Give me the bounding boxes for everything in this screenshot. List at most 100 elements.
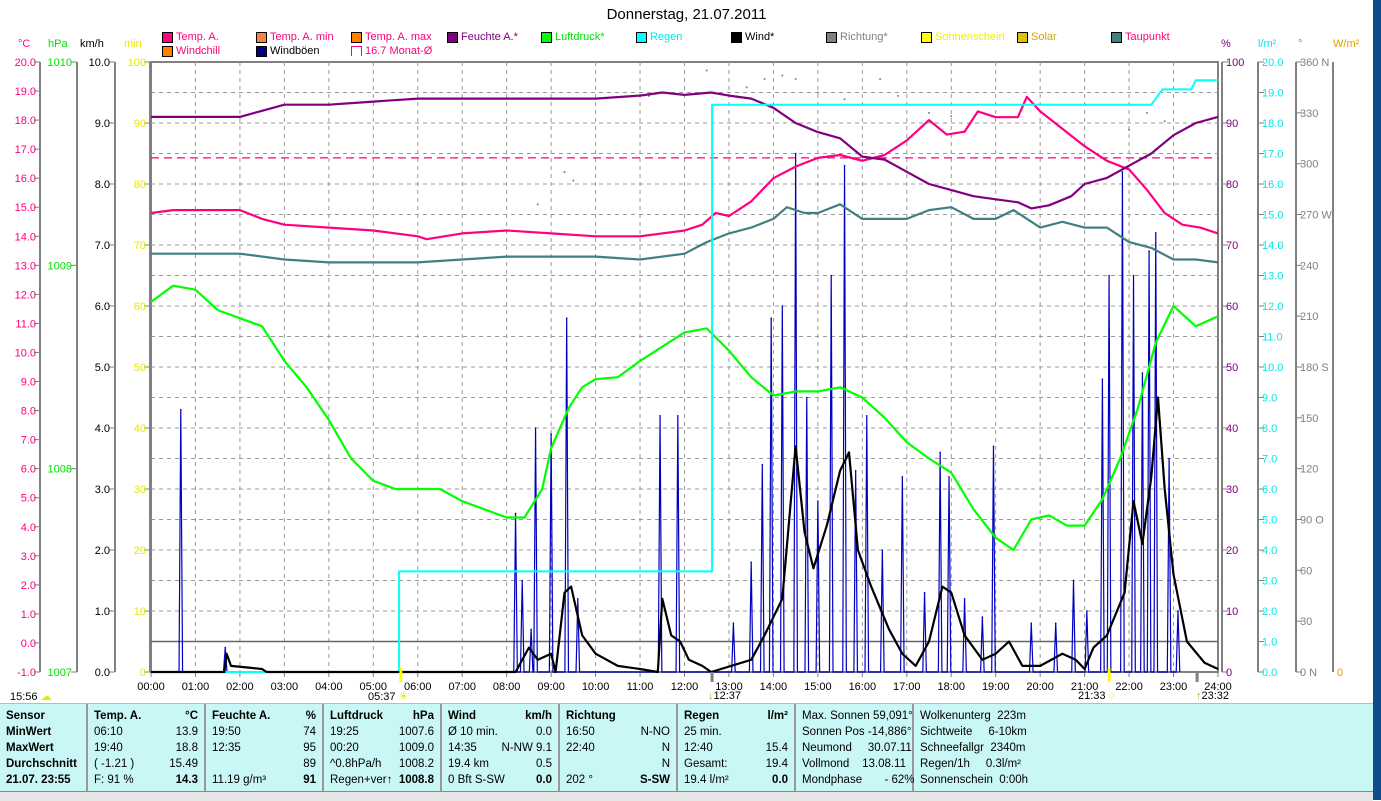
summary-row: 00:20 1009.0 (330, 740, 434, 756)
rain-tick-label: 8.0 (1262, 423, 1277, 435)
summary-label: 16:50 (566, 726, 595, 738)
direction-tick-label: 180 S (1300, 362, 1329, 374)
temp-tick-label: 11.0 (15, 318, 36, 330)
direction-point (745, 86, 748, 89)
summary-row: Regen+ver↑ 1008.8 (330, 772, 434, 788)
direction-tick-label: 300 (1300, 159, 1318, 171)
summary-row: N (566, 756, 670, 772)
summary-row: 0 Bft S-SW 0.0 (448, 772, 552, 788)
direction-point (896, 94, 899, 97)
gust-point (761, 463, 764, 466)
temp-tick-label: 4.0 (21, 522, 36, 534)
x-tick-label: 09:00 (537, 681, 565, 693)
summary-column-misc: Wolkenunterg 223m Sichtweite 6-10km Schnee… (914, 704, 1054, 792)
gust-point (1030, 622, 1033, 624)
summary-row: ^0.8hPa/h 1008.2 (330, 756, 434, 772)
gust-point (781, 305, 784, 307)
sun-tick-label: 40 (134, 423, 146, 435)
rain-tick-label: 2.0 (1262, 606, 1277, 618)
summary-value: 89 (303, 758, 316, 770)
humidity-tick-label: 20 (1226, 545, 1238, 557)
summary-row: 22:40 N (566, 740, 670, 756)
summary-value: S-SW (639, 774, 670, 786)
rain-tick-label: 18.0 (1262, 118, 1283, 130)
temp-tick-label: 14.0 (15, 231, 36, 243)
direction-tick-label: 330 (1300, 108, 1318, 120)
summary-label: 19:50 (212, 726, 241, 738)
gust-point (805, 396, 808, 399)
direction-tick-label: 0 N (1300, 667, 1317, 679)
temp-tick-label: 8.0 (21, 406, 36, 418)
temp-tick-label: 6.0 (21, 464, 36, 476)
x-tick-label: 23:00 (1160, 681, 1188, 693)
pressure-tick-label: 1009 (48, 260, 72, 272)
summary-label: Temp. A. (94, 710, 142, 722)
gust-point (901, 476, 904, 478)
moonset-label: 15:56 (10, 691, 38, 703)
direction-point (563, 171, 566, 174)
summary-row: Vollmond 13.08.11 (802, 756, 906, 772)
gust-point (817, 500, 819, 503)
gust-point (1154, 232, 1157, 234)
rain-tick-label: 7.0 (1262, 454, 1277, 466)
temp-tick-label: 2.0 (21, 580, 36, 592)
summary-row: 19:40 18.8 (94, 740, 198, 756)
summary-label: Sonnenschein 0:00h (920, 774, 1029, 786)
summary-row: F: 91 % 14.3 (94, 772, 198, 788)
summary-label: Sichtweite 6-10km (920, 726, 1027, 738)
direction-point (843, 98, 846, 101)
x-tick-label: 16:00 (849, 681, 877, 693)
summary-row: Neumond 30.07.11 (802, 740, 912, 756)
rain-tick-label: 20.0 (1262, 57, 1283, 69)
sun-tick-label: 90 (134, 118, 146, 130)
wind-tick-label: 4.0 (95, 423, 110, 435)
temp-tick-label: 18.0 (15, 115, 36, 127)
gust-point (963, 598, 966, 600)
gust-point (659, 415, 661, 417)
summary-value: 19.4 (765, 758, 788, 770)
summary-value: 0.5 (536, 758, 552, 770)
gust-point (179, 408, 182, 411)
summary-value: km/h (525, 710, 552, 722)
rain-tick-label: 19.0 (1262, 88, 1283, 100)
summary-column-humidity: Feuchte A.% 19:50 74 12:35 95 89 11.19 g/m³ 91 (206, 704, 324, 792)
summary-label: Richtung (566, 710, 616, 722)
direction-tick-label: 360 N (1300, 57, 1329, 69)
rain-tick-label: 5.0 (1262, 515, 1277, 527)
summary-column-rain: Regen l/m² 25 min. 12:40 15.4 Gesamt: 19.4 19.4… (678, 704, 796, 792)
summary-row: ( -1.21 ) 15.49 (94, 756, 198, 772)
gust-point (1101, 378, 1104, 381)
x-tick-label: 14:00 (760, 681, 788, 693)
direction-point (781, 74, 784, 77)
temp-tick-label: 19.0 (15, 86, 36, 98)
summary-label: Mondphase - 62% (802, 774, 915, 786)
summary-label: Regen (684, 710, 720, 722)
x-tick-label: 04:00 (315, 681, 343, 693)
summary-value: 0.0 (772, 774, 788, 786)
rain-tick-label: 16.0 (1262, 179, 1283, 191)
summary-row: 19.4 km 0.5 (448, 756, 552, 772)
summary-label: 19:25 (330, 726, 359, 738)
window-border (1373, 0, 1381, 800)
summary-row: Durchschnitt (6, 756, 80, 772)
wind-tick-label: 1.0 (95, 606, 110, 618)
x-tick-label: 18:00 (937, 681, 965, 693)
summary-value: 15.4 (765, 742, 788, 754)
summary-row: 11.19 g/m³ 91 (212, 772, 316, 788)
x-tick-label: 07:00 (448, 681, 476, 693)
summary-label: Ø 10 min. (448, 726, 498, 738)
summary-row: Temp. A. °C (94, 708, 198, 724)
direction-point (928, 111, 931, 114)
summary-column-sensor: Sensor MinWert MaxWert Durchschnitt 21.07. 2… (0, 704, 88, 792)
temp-tick-label: 5.0 (21, 493, 36, 505)
gust-point (550, 433, 552, 435)
moonrise-label: 12:37 (713, 690, 742, 702)
gust-point (939, 451, 941, 454)
sun-icon: ☀ (398, 691, 409, 703)
rain-tick-label: 0.0 (1262, 667, 1277, 679)
gust-point (677, 415, 679, 417)
temp-tick-label: 17.0 (15, 144, 36, 156)
gust-point (750, 561, 752, 563)
summary-label: 19.4 l/m² (684, 774, 729, 786)
summary-row: 12:40 15.4 (684, 740, 788, 756)
